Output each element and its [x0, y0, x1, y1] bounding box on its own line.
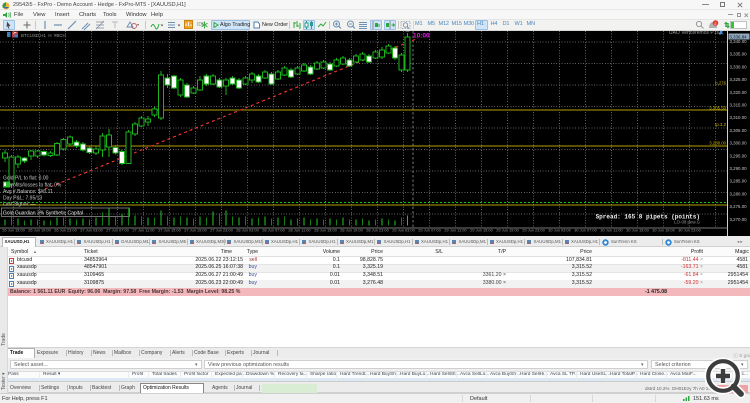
- svg-text:30 Jun 15:00: 30 Jun 15:00: [626, 228, 649, 233]
- svg-text:27 Jun 11:00: 27 Jun 11:00: [132, 228, 155, 233]
- svg-text:30 Jun 11:00: 30 Jun 11:00: [600, 228, 623, 233]
- svg-text:UAO Venceremos P1s: UAO Venceremos P1s: [669, 31, 720, 36]
- svg-text:Last Signal: —: Last Signal: —: [3, 202, 36, 208]
- svg-text:3,335.00: 3,335.00: [730, 52, 748, 57]
- svg-text:30 Jun 19:00: 30 Jun 19:00: [652, 228, 675, 233]
- svg-text:3,330.00: 3,330.00: [730, 64, 748, 69]
- svg-text:30 Jun 07:00: 30 Jun 07:00: [574, 228, 597, 233]
- svg-text:26 Jun 23:00: 26 Jun 23:00: [54, 228, 77, 233]
- svg-text:3,288.00: 3,288.00: [709, 141, 726, 146]
- svg-text:tp.3,2: tp.3,2: [715, 122, 726, 127]
- svg-text:27 Jun 19:00: 27 Jun 19:00: [184, 228, 207, 233]
- svg-text:Avg # Balance: $#0.11: Avg # Balance: $#0.11: [3, 189, 53, 195]
- svg-text:Gold P/L to flat: 0.00: Gold P/L to flat: 0.00: [3, 176, 49, 182]
- svg-text:LO-08 pew.G: LO-08 pew.G: [674, 220, 700, 225]
- svg-text:3,280.00: 3,280.00: [730, 191, 748, 196]
- svg-text:27 Jun 03:00: 27 Jun 03:00: [80, 228, 103, 233]
- svg-text:29 Jun 07:00: 29 Jun 07:00: [418, 228, 441, 233]
- svg-text:26 Jun 15:00: 26 Jun 15:00: [2, 228, 25, 233]
- svg-text:29 Jun 19:00: 29 Jun 19:00: [496, 228, 519, 233]
- svg-text:3,285.00: 3,285.00: [730, 179, 748, 184]
- svg-text:28 Jun 23:00: 28 Jun 23:00: [366, 228, 389, 233]
- svg-text:30 Jun 23:00: 30 Jun 23:00: [678, 228, 701, 233]
- svg-text:29 Jun 11:00: 29 Jun 11:00: [444, 228, 467, 233]
- svg-text:26 Jun 19:00: 26 Jun 19:00: [28, 228, 51, 233]
- svg-text:3,300.00: 3,300.00: [730, 141, 748, 146]
- svg-text:29 Jun 03:00: 29 Jun 03:00: [392, 228, 415, 233]
- svg-text:3,325.00: 3,325.00: [730, 77, 748, 82]
- svg-text:29 Jun 23:00: 29 Jun 23:00: [522, 228, 545, 233]
- svg-text:3,310.00: 3,310.00: [730, 115, 748, 120]
- svg-text:28 Jun 03:00: 28 Jun 03:00: [236, 228, 259, 233]
- svg-text:3,275.00: 3,275.00: [730, 204, 748, 209]
- svg-text:28 Jun 07:00: 28 Jun 07:00: [262, 228, 285, 233]
- svg-text:27 Jun 15:00: 27 Jun 15:00: [158, 228, 181, 233]
- svg-text:3,315.00: 3,315.00: [730, 103, 748, 108]
- svg-text:29 Jun 15:00: 29 Jun 15:00: [470, 228, 493, 233]
- svg-text:3,270.00: 3,270.00: [730, 217, 748, 222]
- svg-text:3,290.00: 3,290.00: [730, 166, 748, 171]
- svg-text:27 Jun 07:00: 27 Jun 07:00: [106, 228, 129, 233]
- svg-text:30 Jun 03:00: 30 Jun 03:00: [548, 228, 571, 233]
- svg-text:profits/losses to flat: 0%: profits/losses to flat: 0%: [3, 183, 62, 189]
- svg-text:10:00: 10:00: [413, 33, 430, 40]
- svg-text:Gold Guardian 3% Synthetic Cap: Gold Guardian 3% Synthetic Capital: [3, 211, 83, 217]
- svg-text:27 Jun 23:00: 27 Jun 23:00: [210, 228, 233, 233]
- svg-text:3,320.00: 3,320.00: [730, 90, 748, 95]
- svg-text:3,336.84: 3,336.84: [730, 35, 748, 40]
- svg-text:BTCUSD,H1 H #BCH: BTCUSD,H1 H #BCH: [21, 33, 66, 38]
- svg-text:28 Jun 15:00: 28 Jun 15:00: [314, 228, 337, 233]
- svg-text:3,305.50: 3,305.50: [709, 106, 726, 111]
- svg-text:3,295.00: 3,295.00: [730, 153, 748, 158]
- svg-text:28 Jun 19:00: 28 Jun 19:00: [340, 228, 363, 233]
- svg-text:b,276: b,276: [715, 81, 726, 86]
- svg-text:28 Jun 11:00: 28 Jun 11:00: [288, 228, 311, 233]
- svg-text:3,305.00: 3,305.00: [730, 128, 748, 133]
- svg-text:3,340.00: 3,340.00: [730, 39, 748, 44]
